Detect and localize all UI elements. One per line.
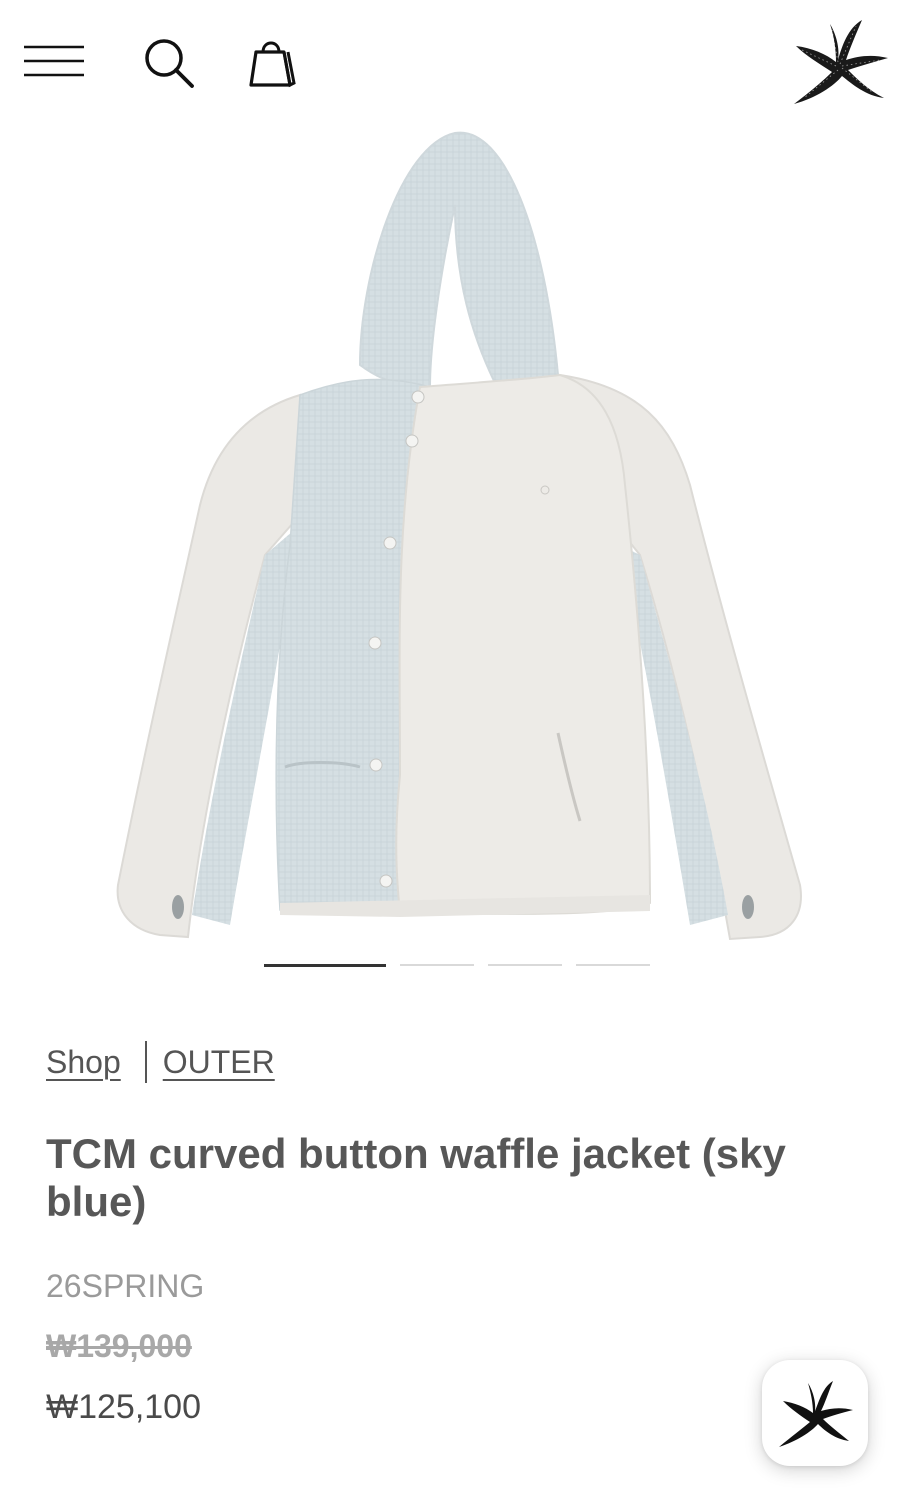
shopping-bag-icon[interactable] — [246, 36, 300, 90]
carousel-dot-1[interactable] — [264, 964, 386, 967]
hamburger-menu-icon[interactable] — [22, 44, 86, 78]
starfish-logo-icon[interactable] — [786, 16, 890, 108]
starfish-chat-icon — [779, 1381, 853, 1447]
starfish-chat-button[interactable] — [762, 1360, 868, 1466]
breadcrumb-divider — [144, 1041, 147, 1083]
breadcrumb: Shop OUTER — [46, 1040, 275, 1084]
sale-price: ₩125,100 — [46, 1388, 201, 1426]
product-image-carousel[interactable] — [0, 125, 912, 945]
search-icon[interactable] — [142, 36, 196, 90]
product-title: TCM curved button waffle jacket (sky blu… — [46, 1130, 786, 1225]
jacket-photo — [116, 131, 802, 941]
carousel-pager — [0, 964, 912, 968]
carousel-dot-2[interactable] — [400, 964, 474, 966]
carousel-dot-4[interactable] — [576, 964, 650, 966]
breadcrumb-shop-link[interactable]: Shop — [46, 1044, 121, 1081]
breadcrumb-outer-link[interactable]: OUTER — [163, 1044, 275, 1081]
product-season: 26SPRING — [46, 1268, 205, 1304]
carousel-dot-3[interactable] — [488, 964, 562, 966]
top-nav-bar — [0, 0, 912, 125]
original-price: ₩139,000 — [46, 1328, 192, 1364]
